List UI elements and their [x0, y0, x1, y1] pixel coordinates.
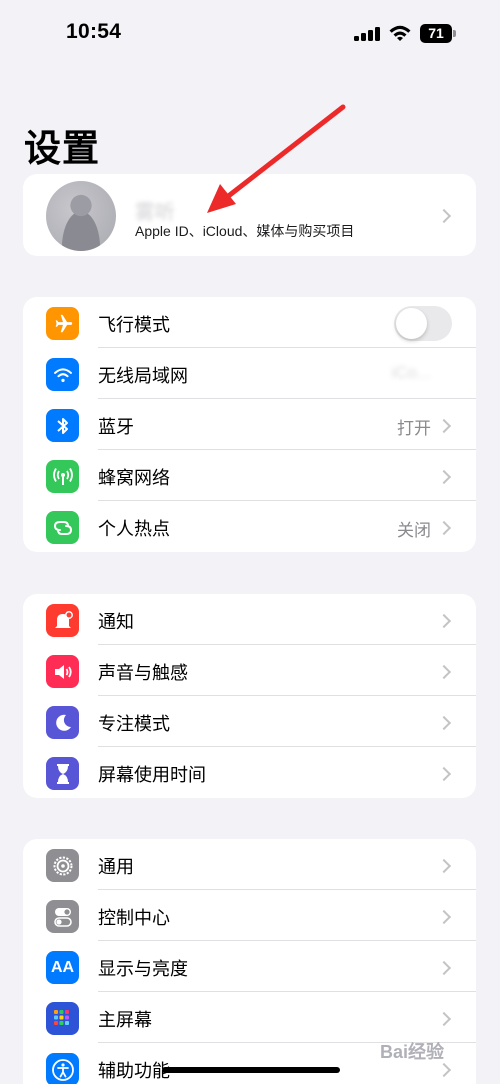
- wifi-icon: [46, 358, 79, 391]
- cellular-signal-icon: [354, 27, 380, 41]
- speaker-icon: [46, 655, 79, 688]
- hotspot-status: 关闭: [397, 521, 431, 540]
- chevron-right-icon: [439, 1012, 451, 1024]
- chevron-right-icon: [439, 767, 451, 779]
- settings-row-label: 个人热点: [98, 519, 170, 539]
- profile-subtitle: Apple ID、iCloud、媒体与购买项目: [135, 223, 355, 239]
- hourglass-icon: [46, 757, 79, 790]
- settings-row-label: 屏幕使用时间: [98, 765, 206, 785]
- settings-row-screen-time[interactable]: 屏幕使用时间: [23, 747, 476, 798]
- settings-row-home-screen[interactable]: 主屏幕: [23, 992, 476, 1043]
- settings-row-label: 辅助功能: [98, 1061, 170, 1081]
- bluetooth-status: 打开: [397, 419, 431, 438]
- bluetooth-icon: [46, 409, 79, 442]
- notifications-group: 通知 声音与触感 专注模式 屏幕使用时间: [23, 594, 476, 798]
- settings-row-label: 专注模式: [98, 714, 170, 734]
- gear-icon: [46, 849, 79, 882]
- chevron-right-icon: [439, 521, 451, 533]
- chevron-right-icon: [439, 665, 451, 677]
- chevron-right-icon: [439, 419, 451, 431]
- page-title: 设置: [24, 128, 100, 169]
- homescreen-icon: [46, 1002, 79, 1035]
- settings-row-focus[interactable]: 专注模式: [23, 696, 476, 747]
- settings-row-sounds[interactable]: 声音与触感: [23, 645, 476, 696]
- display-icon: AA: [46, 951, 79, 984]
- settings-row-display[interactable]: AA 显示与亮度: [23, 941, 476, 992]
- settings-row-label: 飞行模式: [98, 315, 170, 335]
- settings-row-notifications[interactable]: 通知: [23, 594, 476, 645]
- home-indicator: [162, 1067, 340, 1073]
- settings-row-label: 控制中心: [98, 908, 170, 928]
- settings-row-general[interactable]: 通用: [23, 839, 476, 890]
- wifi-network-name: iCo...: [391, 363, 431, 382]
- settings-row-bluetooth[interactable]: 蓝牙 打开: [23, 399, 476, 450]
- settings-row-airplane-mode: 飞行模式: [23, 297, 476, 348]
- settings-row-label: 通用: [98, 857, 134, 877]
- battery-icon: 71: [420, 24, 456, 43]
- battery-level: 71: [420, 24, 452, 43]
- watermark: Bai经验: [380, 1042, 445, 1062]
- settings-row-cellular[interactable]: 蜂窝网络: [23, 450, 476, 501]
- chevron-right-icon: [439, 859, 451, 871]
- status-time: 10:54: [66, 20, 122, 43]
- airplane-icon: [46, 307, 79, 340]
- switches-icon: [46, 900, 79, 933]
- chevron-right-icon: [439, 1063, 451, 1075]
- chevron-right-icon: [439, 209, 451, 221]
- settings-row-hotspot[interactable]: 个人热点 关闭: [23, 501, 476, 552]
- chevron-right-icon: [439, 961, 451, 973]
- bell-icon: [46, 604, 79, 637]
- antenna-icon: [46, 460, 79, 493]
- chevron-right-icon: [439, 910, 451, 922]
- settings-row-label: 蜂窝网络: [98, 468, 170, 488]
- wifi-status-icon: [389, 25, 411, 41]
- airplane-mode-toggle[interactable]: [394, 306, 452, 341]
- apple-id-profile-row[interactable]: 雾听 Apple ID、iCloud、媒体与购买项目: [23, 174, 476, 256]
- settings-row-label: 主屏幕: [98, 1010, 152, 1030]
- hotspot-icon: [46, 511, 79, 544]
- settings-row-label: 通知: [98, 612, 134, 632]
- chevron-right-icon: [439, 614, 451, 626]
- status-bar: 10:54 71: [0, 0, 500, 64]
- moon-icon: [46, 706, 79, 739]
- chevron-right-icon: [439, 470, 451, 482]
- avatar: [46, 181, 116, 251]
- settings-row-label: 无线局域网: [98, 366, 188, 386]
- settings-row-label: 蓝牙: [98, 417, 134, 437]
- settings-row-label: 声音与触感: [98, 663, 188, 683]
- settings-row-wifi[interactable]: 无线局域网 iCo...: [23, 348, 476, 399]
- connectivity-group: 飞行模式 无线局域网 iCo... 蓝牙 打开 蜂窝网络 个人热点 关闭: [23, 297, 476, 552]
- settings-row-control-center[interactable]: 控制中心: [23, 890, 476, 941]
- settings-row-label: 显示与亮度: [98, 959, 188, 979]
- accessibility-icon: [46, 1053, 79, 1084]
- chevron-right-icon: [439, 716, 451, 728]
